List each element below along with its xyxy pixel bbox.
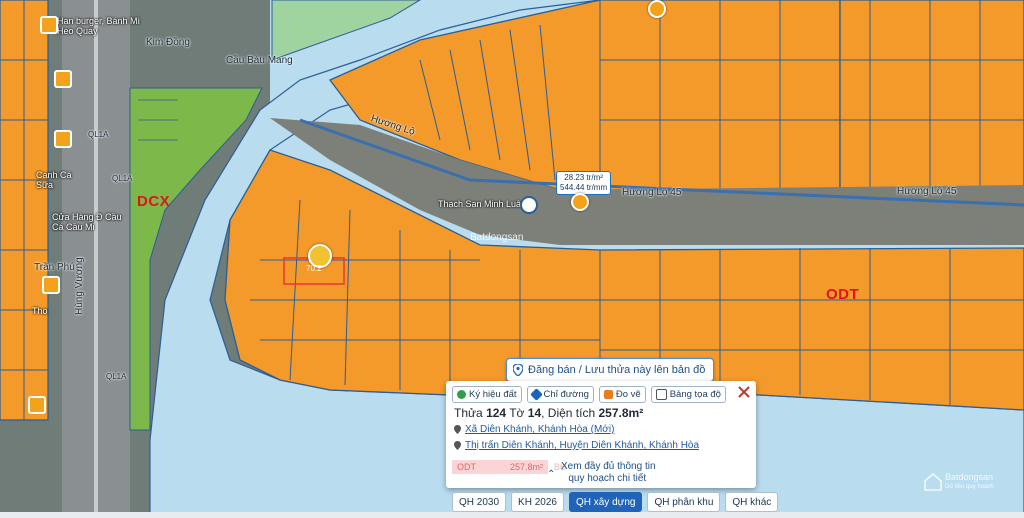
residential-northeast — [839, 0, 1024, 191]
poi-icon[interactable] — [42, 276, 60, 294]
poi-icon[interactable] — [54, 130, 72, 148]
land-symbol-button[interactable]: Ký hiệu đất — [452, 386, 522, 403]
poi-label: Thạch Sạn Minh Luân — [438, 199, 527, 209]
table-icon — [655, 389, 667, 400]
close-icon[interactable] — [736, 384, 752, 400]
listing-pin-icon[interactable] — [648, 0, 666, 18]
save-parcel-label: Đăng bán / Lưu thửa này lên bản đồ — [528, 364, 706, 376]
map-pin-icon — [513, 364, 523, 376]
road-label: Hương Lộ 45 — [897, 186, 957, 197]
planning-tabs: QH 2030 KH 2026 QH xây dựng QH phân khu … — [452, 492, 779, 512]
zone-area: 257.8m² — [502, 460, 549, 474]
panel-toolbar: Ký hiệu đất Chỉ đường Đo vẽ Bảng tọa độ — [452, 386, 726, 403]
zone-label-odt: ODT — [826, 286, 860, 303]
brand-watermark: Batdongsan Dữ liệu quy hoạch — [924, 472, 994, 492]
parcel-label: 70.2 — [306, 264, 322, 273]
map-watermark: Batdongsan — [470, 232, 524, 243]
tab-qh-2030[interactable]: QH 2030 — [452, 492, 507, 512]
brand-logo-icon — [924, 473, 942, 491]
road-label: QL1A — [112, 174, 133, 183]
zone-code: ODT — [452, 460, 502, 474]
poi-icon[interactable] — [28, 396, 46, 414]
directions-button[interactable]: Chỉ đường — [526, 386, 594, 403]
direction-icon — [529, 388, 543, 401]
poi-label: Tho — [32, 306, 48, 316]
listing-pin-icon[interactable] — [571, 193, 589, 211]
road-label: QL1A — [106, 372, 127, 381]
road-label: Trần Phú — [34, 262, 75, 273]
map-pin-icon — [454, 425, 461, 434]
ruler-icon — [603, 390, 613, 399]
address-old-link[interactable]: Thị trấn Diên Khánh, Huyện Diên Khánh, K… — [454, 440, 699, 451]
coordinate-table-button[interactable]: Bảng tọa độ — [650, 386, 726, 403]
road-label: Hương Lộ 45 — [622, 187, 682, 198]
road-label: Cầu Bàu Mang — [226, 55, 293, 66]
parcel-summary: Thửa 124 Tờ 14, Diện tích 257.8m² — [454, 406, 644, 420]
address-new-link[interactable]: Xã Diên Khánh, Khánh Hòa (Mới) — [454, 424, 614, 435]
tab-qh-phan-khu[interactable]: QH phân khu — [647, 492, 721, 512]
road-label: Hùng Vương — [74, 257, 85, 315]
tab-qh-xay-dung[interactable]: QH xây dựng — [568, 492, 643, 512]
view-full-planning-link[interactable]: Xem đầy đủ thông tin quy hoạch chi tiết — [549, 461, 656, 485]
price-tag[interactable]: 28.23 tr/m² 544.44 tr/mm — [556, 171, 612, 195]
poi-label: Cửa Hàng Đ Cầu Cá Cầu Mi — [52, 212, 122, 232]
measure-button[interactable]: Đo vẽ — [598, 386, 646, 403]
zone-label-dcx: DCX — [137, 193, 171, 210]
poi-label: Han burger, Bánh Mì Heo Quay — [57, 16, 141, 36]
road-label: QL1A — [88, 130, 109, 139]
leaf-icon — [457, 390, 466, 399]
poi-label: Canh Cá Sữa — [36, 170, 72, 190]
poi-icon[interactable] — [40, 16, 58, 34]
tab-kh-2026[interactable]: KH 2026 — [511, 492, 564, 512]
road-label: Kim Đồng — [146, 37, 190, 48]
parcel-info-panel: Ký hiệu đất Chỉ đường Đo vẽ Bảng tọa độ … — [446, 381, 756, 488]
taskbar — [0, 512, 1024, 518]
poi-icon[interactable] — [54, 70, 72, 88]
tab-qh-khac[interactable]: QH khác — [725, 492, 779, 512]
save-parcel-hint[interactable]: Đăng bán / Lưu thửa này lên bản đồ — [506, 358, 715, 382]
location-marker-icon[interactable] — [520, 196, 538, 214]
map-pin-icon — [454, 441, 461, 450]
